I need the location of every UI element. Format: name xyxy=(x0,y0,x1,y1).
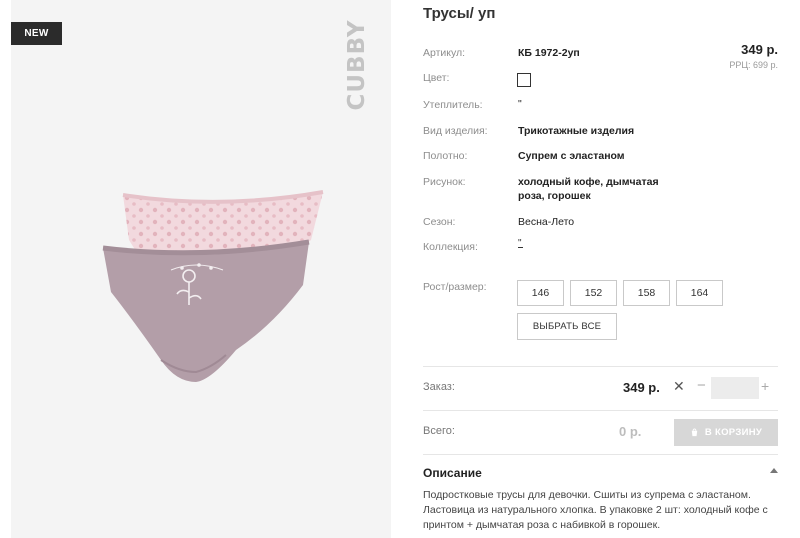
order-price: 349 р. xyxy=(623,380,660,395)
order-label: Заказ: xyxy=(423,381,455,393)
new-badge: NEW xyxy=(11,22,62,45)
size-button-164[interactable]: 164 xyxy=(676,280,723,306)
article-value: КБ 1972-2уп xyxy=(518,47,580,59)
decrease-quantity-button[interactable]: − xyxy=(697,377,706,394)
select-all-button[interactable]: ВЫБРАТЬ ВСЕ xyxy=(517,313,617,340)
mauve-brief xyxy=(102,239,310,382)
size-button-146[interactable]: 146 xyxy=(517,280,564,306)
increase-quantity-button[interactable]: + xyxy=(761,378,769,394)
article-label: Артикул: xyxy=(423,47,466,59)
brand-logo-text: CUBBY xyxy=(344,19,370,111)
brand-logo: CUBBY xyxy=(337,19,377,111)
color-label: Цвет: xyxy=(423,72,450,84)
collection-value[interactable]: " xyxy=(518,238,523,249)
total-value: 0 р. xyxy=(619,424,642,439)
divider xyxy=(423,366,778,367)
add-to-cart-label: В КОРЗИНУ xyxy=(704,427,763,438)
cart-icon xyxy=(691,428,698,437)
product-title: Трусы/ уп xyxy=(423,5,496,22)
quantity-input[interactable] xyxy=(711,377,759,399)
insulation-label: Утеплитель: xyxy=(423,99,483,111)
product-image-panel: NEW CUBBY xyxy=(11,0,391,538)
recommended-retail-price: РРЦ: 699 р. xyxy=(729,60,778,70)
insulation-value: " xyxy=(518,98,522,110)
item-type-value: Трикотажные изделия xyxy=(518,125,635,137)
description-title[interactable]: Описание xyxy=(423,466,482,480)
size-button-152[interactable]: 152 xyxy=(570,280,617,306)
total-label: Всего: xyxy=(423,425,455,437)
size-button-158[interactable]: 158 xyxy=(623,280,670,306)
size-label: Рост/размер: xyxy=(423,281,487,293)
product-price: 349 р. xyxy=(741,42,778,57)
divider xyxy=(423,410,778,411)
pattern-value: холодный кофе, дымчатая роза, горошек xyxy=(518,176,659,202)
collection-label: Коллекция: xyxy=(423,241,478,253)
product-photo[interactable] xyxy=(11,110,391,430)
season-label: Сезон: xyxy=(423,216,456,228)
collection-value-text: " xyxy=(518,238,523,249)
chevron-up-icon[interactable] xyxy=(770,468,778,473)
add-to-cart-button[interactable]: В КОРЗИНУ xyxy=(674,419,778,446)
times-icon: ✕ xyxy=(673,378,685,394)
season-value: Весна-Лето xyxy=(518,216,575,228)
pattern-label: Рисунок: xyxy=(423,176,466,188)
item-type-label: Вид изделия: xyxy=(423,125,488,137)
description-text: Подростковые трусы для девочки. Сшиты из… xyxy=(423,489,768,531)
fabric-label: Полотно: xyxy=(423,150,468,162)
fabric-value: Супрем с эластаном xyxy=(518,150,625,162)
divider xyxy=(423,454,778,455)
color-swatch[interactable] xyxy=(517,73,531,87)
